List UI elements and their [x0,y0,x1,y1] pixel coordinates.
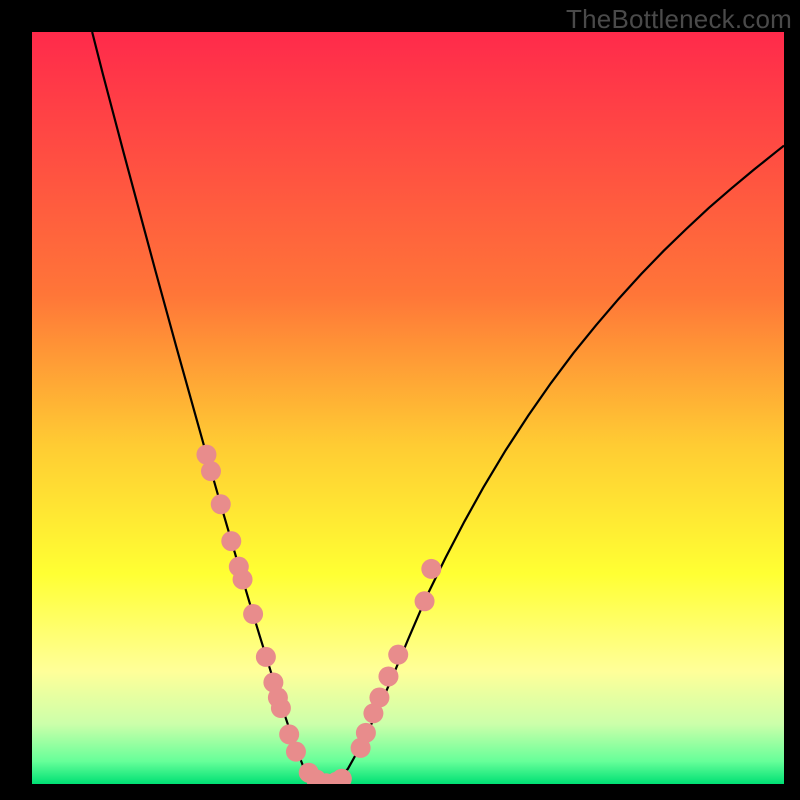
data-point [221,531,241,551]
gradient-background [32,32,784,784]
chart-stage: TheBottleneck.com [0,0,800,800]
data-point [201,461,221,481]
data-point [211,494,231,514]
data-point [233,569,253,589]
data-point [286,742,306,762]
data-point [356,723,376,743]
data-point [256,647,276,667]
data-point [421,559,441,579]
data-point [369,688,389,708]
watermark-text: TheBottleneck.com [566,4,792,35]
data-point [415,591,435,611]
data-point [388,645,408,665]
data-point [279,724,299,744]
data-point [271,698,291,718]
data-point [243,604,263,624]
data-point [378,666,398,686]
plot-area [32,32,784,784]
chart-svg [32,32,784,784]
